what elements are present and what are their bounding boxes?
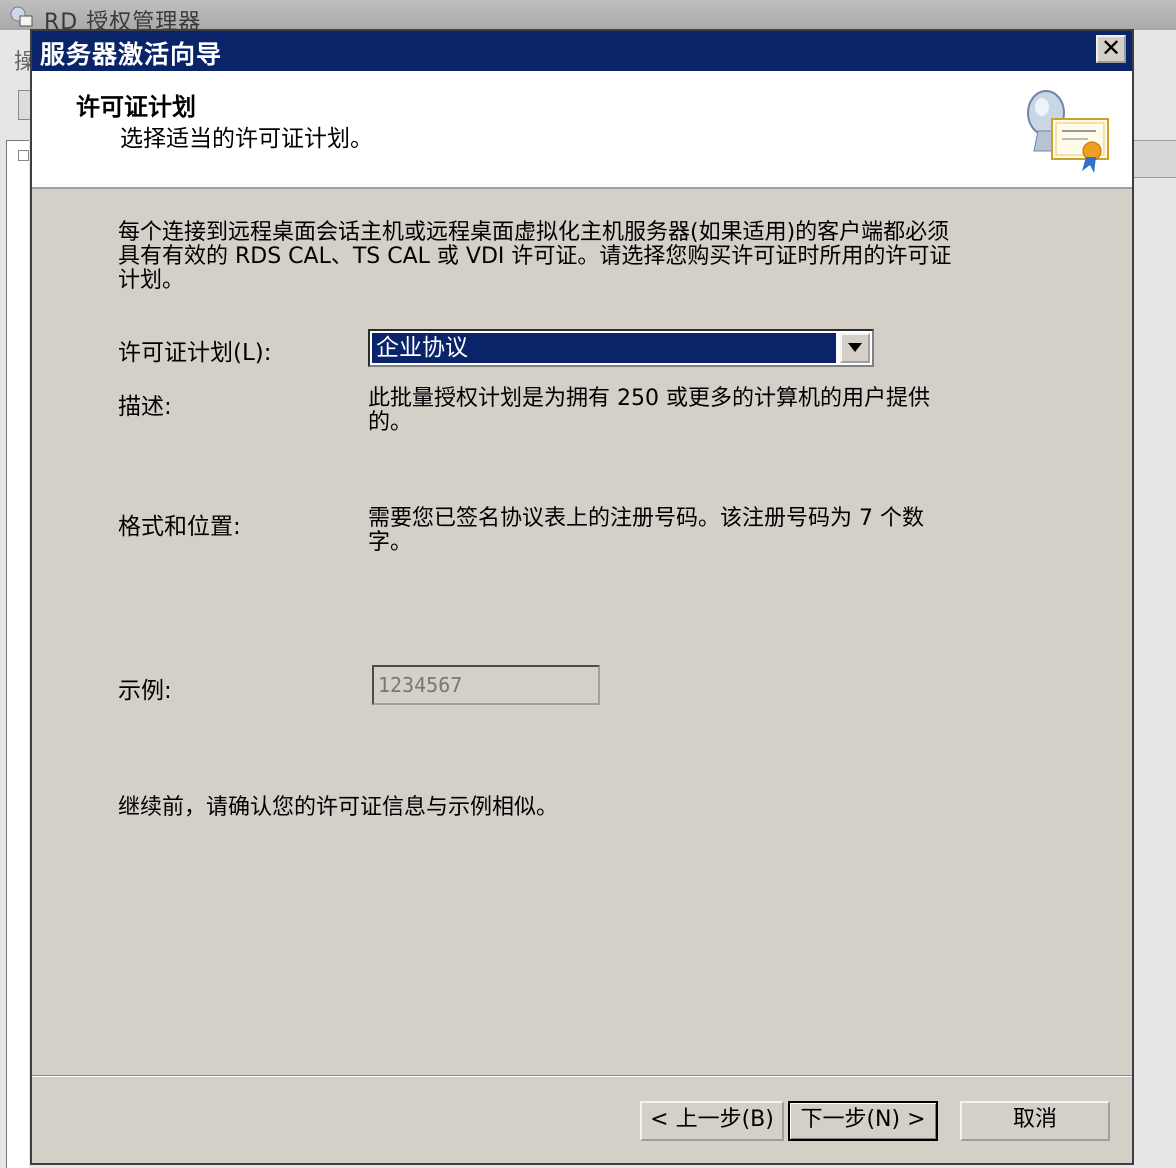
close-icon: ✕ <box>1100 34 1122 62</box>
server-activation-wizard-dialog: 服务器激活向导 ✕ 许可证计划 选择适当的许可证计划。 每个连接到远程桌面会话主… <box>30 29 1134 1165</box>
license-plan-selected[interactable]: 企业协议 <box>371 332 837 364</box>
certificate-icon <box>1027 90 1109 173</box>
dropdown-arrow-icon[interactable] <box>840 333 870 363</box>
dialog-title: 服务器激活向导 <box>40 40 223 69</box>
intro-text: 每个连接到远程桌面会话主机或远程桌面虚拟化主机服务器(如果适用)的客户端都必须具… <box>118 220 952 293</box>
background-tree-panel <box>6 140 29 1168</box>
page-title: 许可证计划 <box>76 93 196 121</box>
app-icon <box>10 6 33 27</box>
cancel-button[interactable]: 取消 <box>960 1101 1110 1141</box>
wizard-header: 许可证计划 选择适当的许可证计划。 <box>32 71 1132 189</box>
license-plan-label: 许可证计划(L): <box>118 340 272 366</box>
tree-expand-icon[interactable] <box>18 150 29 161</box>
page-subtitle: 选择适当的许可证计划。 <box>120 126 373 152</box>
example-field: 1234567 <box>372 665 600 705</box>
format-label: 格式和位置: <box>118 514 241 540</box>
dialog-titlebar[interactable]: 服务器激活向导 ✕ <box>32 31 1132 71</box>
description-text: 此批量授权计划是为拥有 250 或更多的计算机的用户提供的。 <box>368 386 930 435</box>
confirm-text: 继续前，请确认您的许可证信息与示例相似。 <box>118 795 559 820</box>
example-label: 示例: <box>118 678 172 704</box>
close-button[interactable]: ✕ <box>1096 35 1126 63</box>
next-button[interactable]: 下一步(N) > <box>788 1101 938 1141</box>
license-plan-dropdown[interactable]: 企业协议 <box>368 329 874 367</box>
back-button[interactable]: < 上一步(B) <box>640 1101 784 1141</box>
format-text: 需要您已签名协议表上的注册号码。该注册号码为 7 个数字。 <box>368 506 924 555</box>
description-label: 描述: <box>118 394 172 420</box>
footer-separator <box>32 1075 1132 1077</box>
background-right-strip <box>1134 140 1176 178</box>
wizard-body: 每个连接到远程桌面会话主机或远程桌面虚拟化主机服务器(如果适用)的客户端都必须具… <box>32 189 1132 1075</box>
